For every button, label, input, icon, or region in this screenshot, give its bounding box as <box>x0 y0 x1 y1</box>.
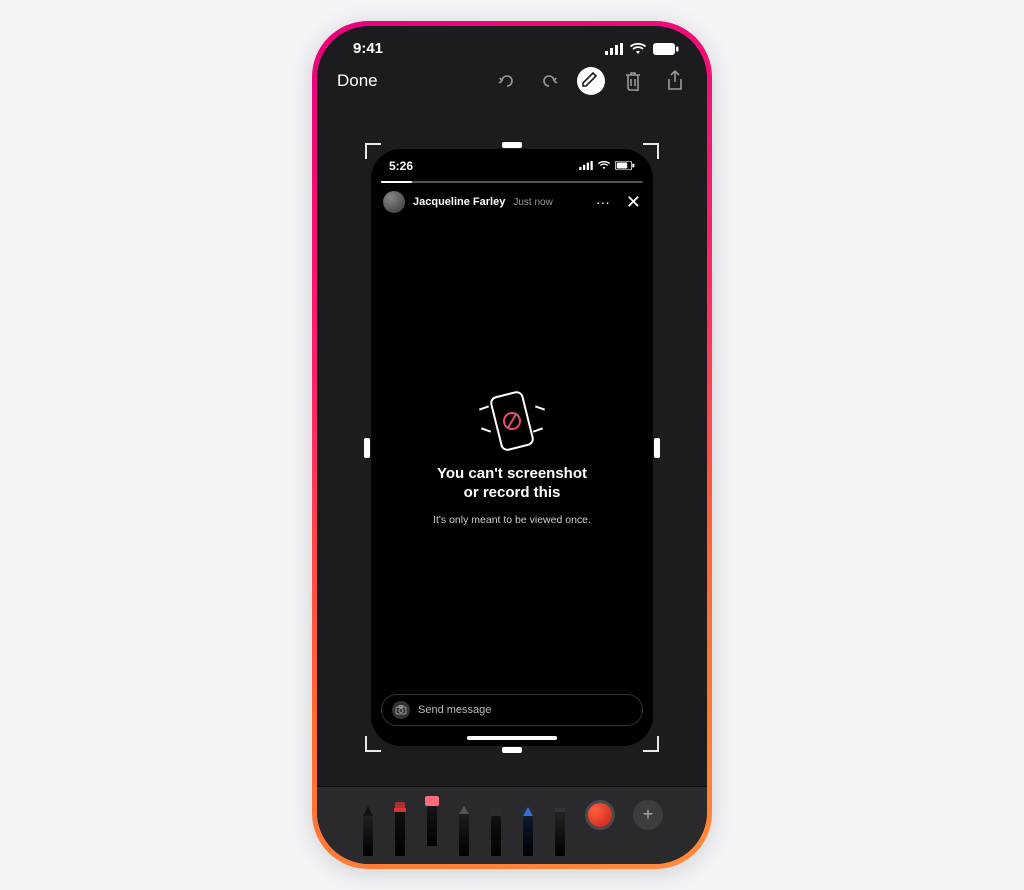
crop-handle-bl[interactable] <box>365 736 381 752</box>
pencil-tool[interactable] <box>457 798 471 856</box>
blocked-phone-icon <box>487 389 537 453</box>
crop-handle-bottom[interactable] <box>502 747 522 753</box>
crop-handle-top[interactable] <box>502 142 522 148</box>
battery-icon <box>615 159 635 173</box>
markup-toolbar: Done <box>317 63 707 103</box>
markup-toggle-button[interactable] <box>577 67 605 95</box>
story-progress-bar <box>381 181 643 183</box>
avatar <box>383 191 405 213</box>
close-icon: ✕ <box>626 192 641 213</box>
add-button[interactable]: + <box>633 800 663 830</box>
status-icons-inner <box>579 159 635 173</box>
delete-button[interactable] <box>619 67 647 95</box>
status-icons-outer <box>605 43 679 55</box>
camera-icon <box>392 701 410 719</box>
phone-screen: 9:41 Done <box>317 26 707 864</box>
battery-icon <box>653 43 679 55</box>
cellular-icon <box>605 43 623 55</box>
send-message-placeholder: Send message <box>418 704 491 716</box>
status-bar-inner: 5:26 <box>371 149 653 177</box>
story-warning-title: You can't screenshot or record this <box>437 465 587 503</box>
crop-handle-left[interactable] <box>364 438 370 458</box>
send-message-field: Send message <box>381 694 643 726</box>
crop-handle-tr[interactable] <box>643 143 659 159</box>
status-time-inner: 5:26 <box>389 159 413 173</box>
wifi-icon <box>629 43 647 55</box>
share-button[interactable] <box>661 67 689 95</box>
markup-canvas[interactable]: 5:26 Jacqueline Farley Just now ·· <box>317 103 707 786</box>
crop-handle-right[interactable] <box>654 438 660 458</box>
more-icon: ··· <box>596 194 610 210</box>
cellular-icon <box>579 159 593 173</box>
highlighter-tool[interactable] <box>425 788 439 846</box>
story-body: You can't screenshot or record this It's… <box>371 221 653 694</box>
markup-tool-tray: + <box>317 786 707 864</box>
crop-handle-br[interactable] <box>643 736 659 752</box>
home-indicator <box>467 736 557 740</box>
story-warning-subtitle: It's only meant to be viewed once. <box>433 514 591 526</box>
undo-button[interactable] <box>493 67 521 95</box>
story-header: Jacqueline Farley Just now ··· ✕ <box>371 183 653 221</box>
done-button[interactable]: Done <box>337 71 378 91</box>
captured-screenshot: 5:26 Jacqueline Farley Just now ·· <box>371 149 653 746</box>
status-time-outer: 9:41 <box>353 40 383 57</box>
eraser-tool[interactable] <box>489 798 503 856</box>
crop-handle-tl[interactable] <box>365 143 381 159</box>
marker-tool[interactable] <box>393 798 407 856</box>
ruler-tool[interactable] <box>553 798 567 856</box>
status-bar-outer: 9:41 <box>317 26 707 63</box>
wifi-icon <box>597 159 611 173</box>
story-timestamp: Just now <box>513 197 552 208</box>
lasso-tool[interactable] <box>521 798 535 856</box>
color-picker[interactable] <box>585 800 615 830</box>
phone-frame: 9:41 Done <box>312 21 712 869</box>
crop-frame[interactable]: 5:26 Jacqueline Farley Just now ·· <box>367 145 657 750</box>
pen-tool[interactable] <box>361 798 375 856</box>
story-username: Jacqueline Farley <box>413 196 505 208</box>
redo-button[interactable] <box>535 67 563 95</box>
